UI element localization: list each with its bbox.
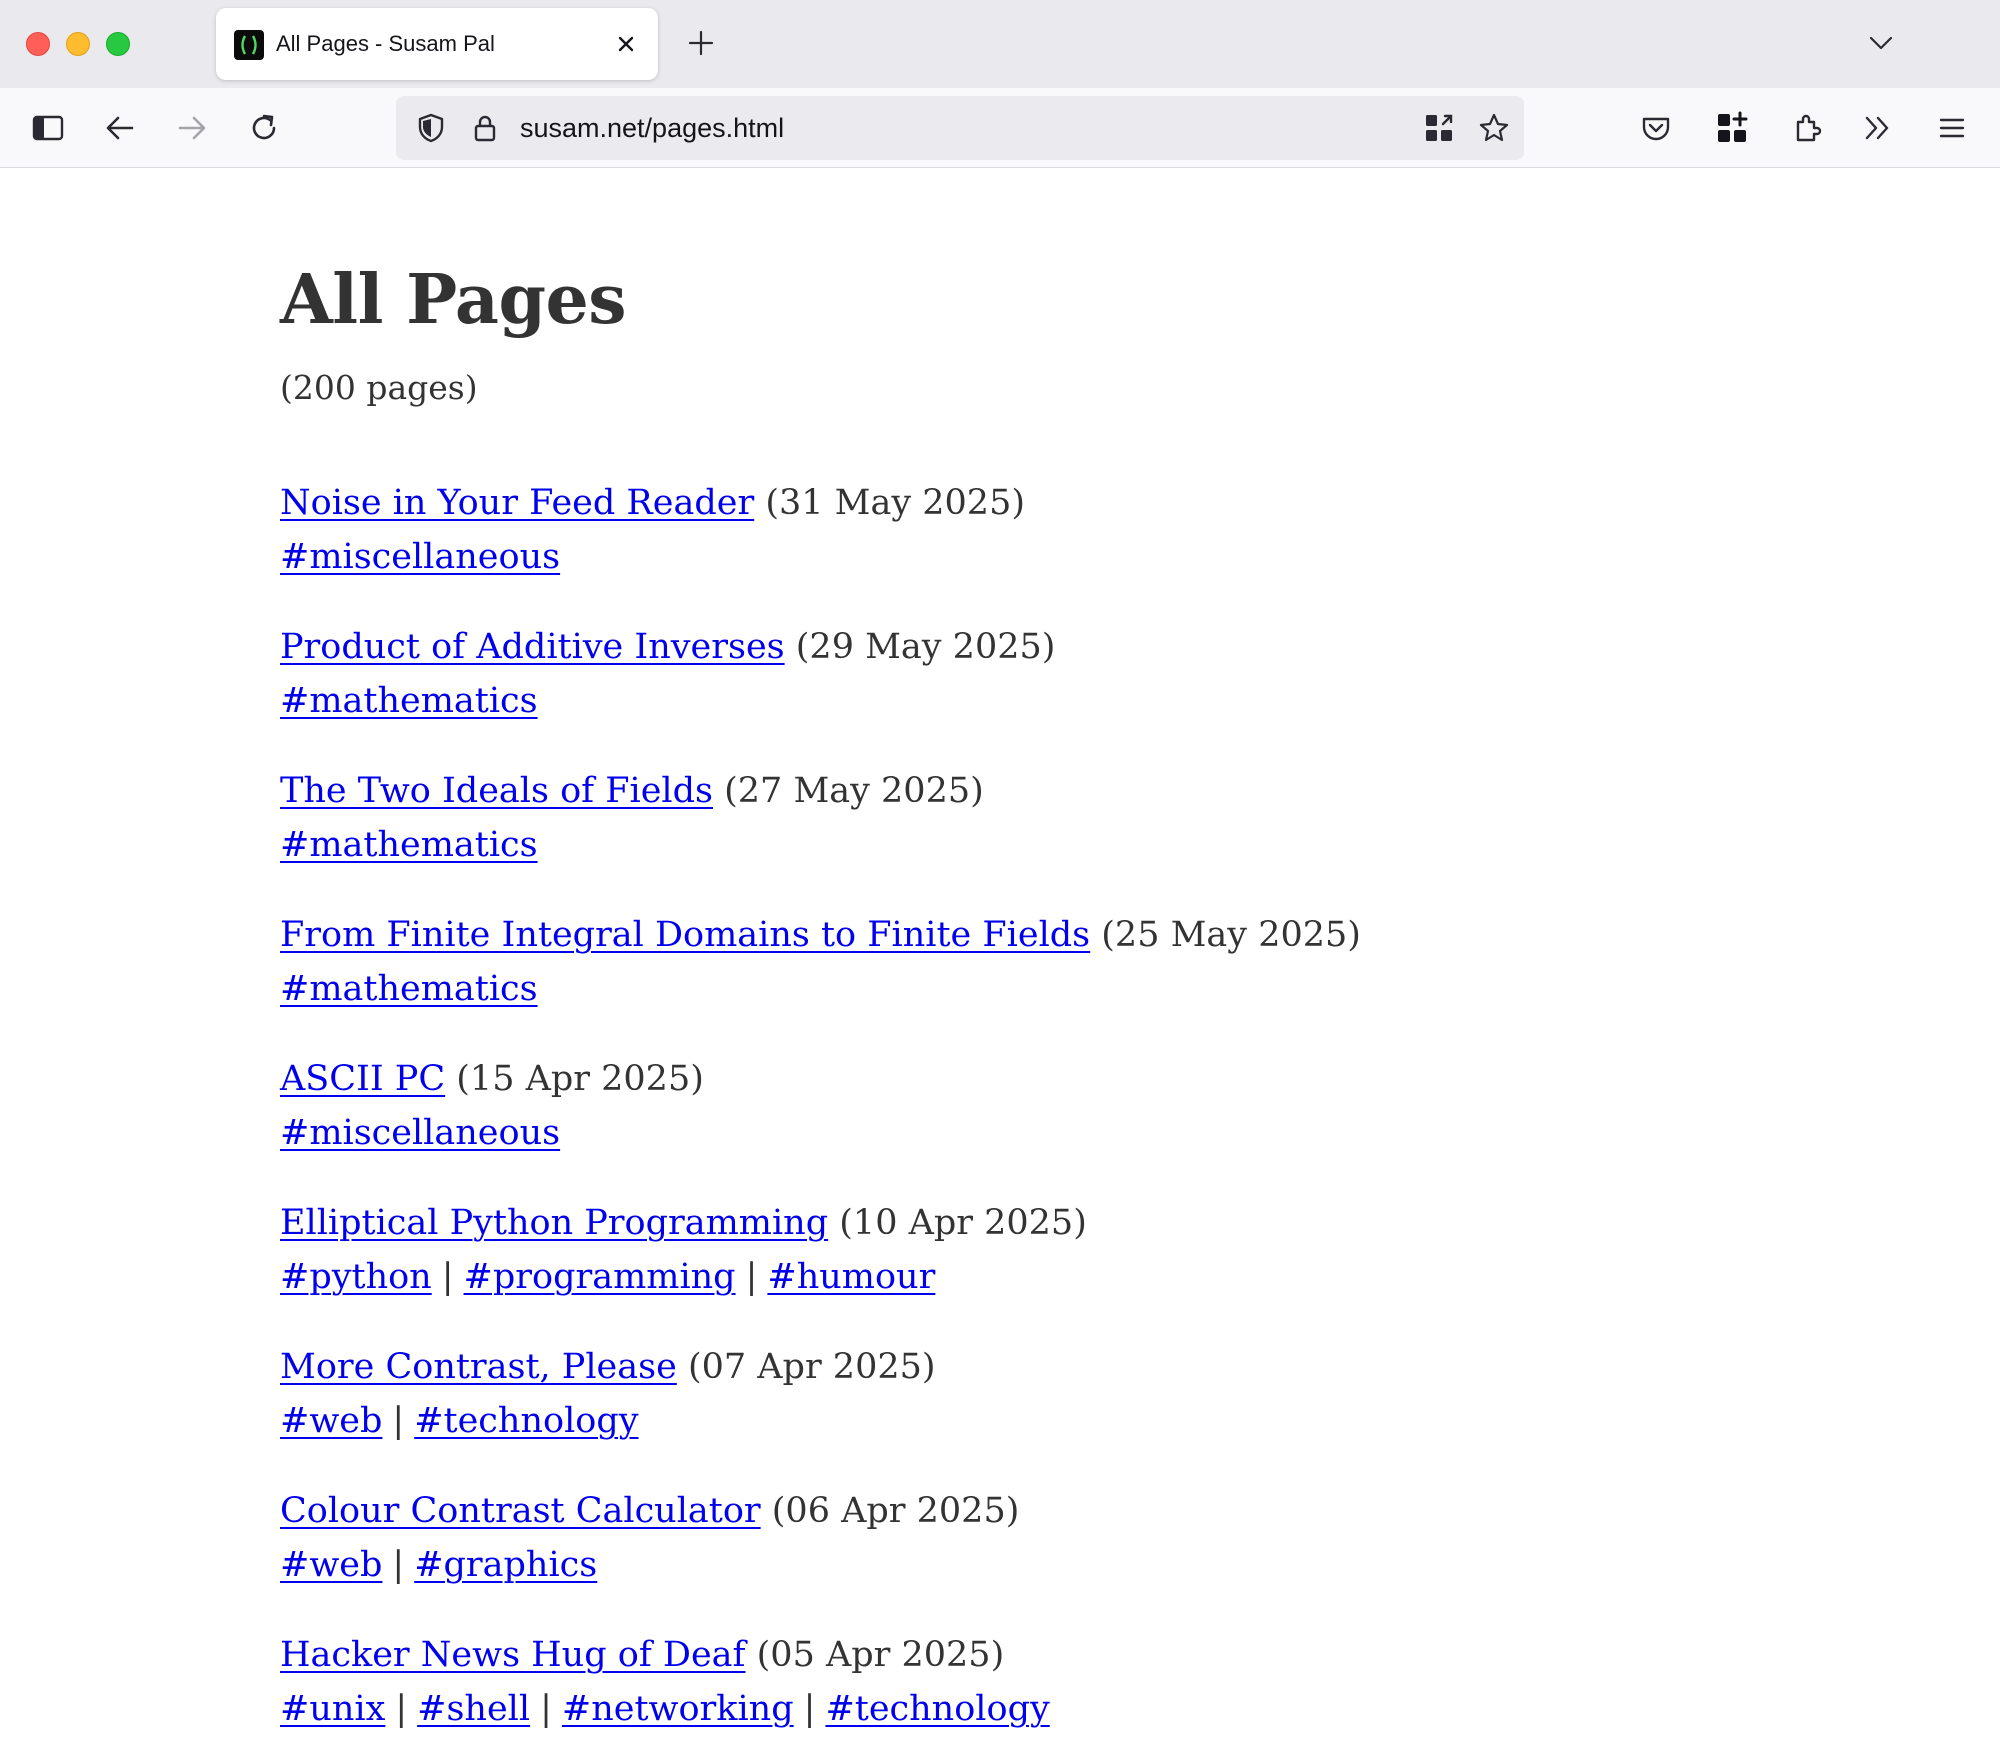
page-title-link[interactable]: The Two Ideals of Fields [280, 771, 713, 811]
tag-link[interactable]: #web [280, 1545, 382, 1585]
reload-icon[interactable] [246, 110, 282, 146]
tag-link[interactable]: #shell [417, 1689, 530, 1729]
shield-icon[interactable] [414, 111, 448, 145]
tag-link[interactable]: #technology [414, 1401, 638, 1441]
entry-tags-line: #mathematics [280, 962, 1361, 1016]
list-item: More Contrast, Please (07 Apr 2025) #web |… [280, 1340, 1361, 1484]
page-date: (27 May 2025) [724, 771, 984, 811]
page-title-link[interactable]: More Contrast, Please [280, 1347, 677, 1387]
tab-title: All Pages - Susam Pal [276, 31, 495, 56]
page-date: (07 Apr 2025) [687, 1347, 936, 1387]
tag-separator: | [392, 1545, 405, 1585]
tag-separator: | [745, 1257, 758, 1297]
page-date: (10 Apr 2025) [839, 1203, 1087, 1243]
list-item: Elliptical Python Programming (10 Apr 20… [280, 1196, 1361, 1340]
address-bar[interactable]: susam.net/pages.html [396, 96, 1524, 160]
page-title-link[interactable]: From Finite Integral Domains to Finite F… [280, 915, 1090, 955]
navigation-toolbar: susam.net/pages.html [0, 88, 2000, 168]
entry-tags-line: #miscellaneous [280, 530, 1361, 584]
entry-tags-line: #web | #graphics [280, 1538, 1361, 1592]
entry-tags-line: #mathematics [280, 674, 1361, 728]
entry-tags-line: #python | #programming | #humour [280, 1250, 1361, 1304]
entry-title-line: The Two Ideals of Fields (27 May 2025) [280, 764, 1361, 818]
lock-icon[interactable] [468, 111, 502, 145]
forward-arrow-icon[interactable] [174, 110, 210, 146]
tag-link[interactable]: #programming [464, 1257, 736, 1297]
entry-title-line: Product of Additive Inverses (29 May 202… [280, 620, 1361, 674]
tag-link[interactable]: #miscellaneous [280, 537, 560, 577]
tag-link[interactable]: #mathematics [280, 825, 538, 865]
list-item: Noise in Your Feed Reader (31 May 2025) #… [280, 476, 1361, 620]
extensions-grid-icon[interactable] [1714, 110, 1750, 146]
page-count: (200 pages) [280, 368, 478, 407]
site-favicon-icon [234, 30, 264, 60]
zoom-window-button[interactable] [106, 32, 130, 56]
page-list: Noise in Your Feed Reader (31 May 2025) #… [280, 476, 1361, 1750]
tag-link[interactable]: #unix [280, 1689, 385, 1729]
tag-link[interactable]: #humour [767, 1257, 935, 1297]
list-item: Product of Additive Inverses (29 May 202… [280, 620, 1361, 764]
page-date: (05 Apr 2025) [756, 1635, 1005, 1675]
entry-title-line: Elliptical Python Programming (10 Apr 20… [280, 1196, 1361, 1250]
qr-code-icon[interactable] [1422, 111, 1456, 145]
tag-link[interactable]: #web [280, 1401, 382, 1441]
tag-link[interactable]: #python [280, 1257, 432, 1297]
tag-link[interactable]: #technology [825, 1689, 1049, 1729]
entry-title-line: Noise in Your Feed Reader (31 May 2025) [280, 476, 1361, 530]
page-date: (31 May 2025) [765, 483, 1025, 523]
entry-title-line: More Contrast, Please (07 Apr 2025) [280, 1340, 1361, 1394]
entry-tags-line: #unix | #shell | #networking | #technology [280, 1682, 1361, 1736]
tag-link[interactable]: #mathematics [280, 681, 538, 721]
back-arrow-icon[interactable] [102, 110, 138, 146]
list-item: The Two Ideals of Fields (27 May 2025) #m… [280, 764, 1361, 908]
tag-separator: | [803, 1689, 816, 1729]
entry-tags-line: #mathematics [280, 818, 1361, 872]
tag-separator: | [441, 1257, 454, 1297]
minimize-window-button[interactable] [66, 32, 90, 56]
list-all-tabs-chevron-down-icon[interactable] [1866, 28, 1896, 58]
tag-separator: | [395, 1689, 408, 1729]
entry-tags-line: #web | #technology [280, 1394, 1361, 1448]
hamburger-menu-icon[interactable] [1934, 110, 1970, 146]
list-item: Colour Contrast Calculator (06 Apr 2025)… [280, 1484, 1361, 1628]
sidebar-icon[interactable] [30, 110, 66, 146]
page-title-link[interactable]: Product of Additive Inverses [280, 627, 785, 667]
tab-all-pages[interactable]: All Pages - Susam Pal [216, 8, 658, 80]
page-title-link[interactable]: Noise in Your Feed Reader [280, 483, 754, 523]
entry-tags-line: #miscellaneous [280, 1106, 1361, 1160]
page-date: (06 Apr 2025) [771, 1491, 1020, 1531]
close-window-button[interactable] [26, 32, 50, 56]
tag-link[interactable]: #graphics [414, 1545, 597, 1585]
bookmark-star-icon[interactable] [1477, 111, 1511, 145]
page-date: (29 May 2025) [795, 627, 1056, 667]
tag-link[interactable]: #networking [562, 1689, 794, 1729]
list-item: Hacker News Hug of Deaf (05 Apr 2025) #un… [280, 1628, 1361, 1750]
page-title: All Pages [280, 260, 627, 340]
pocket-icon[interactable] [1638, 110, 1674, 146]
entry-title-line: Colour Contrast Calculator (06 Apr 2025) [280, 1484, 1361, 1538]
tag-link[interactable]: #miscellaneous [280, 1113, 560, 1153]
new-tab-plus-icon[interactable] [686, 28, 716, 58]
page-title-link[interactable]: Hacker News Hug of Deaf [280, 1635, 746, 1675]
list-item: From Finite Integral Domains to Finite F… [280, 908, 1361, 1052]
page-title-link[interactable]: Elliptical Python Programming [280, 1203, 828, 1243]
tag-separator: | [540, 1689, 552, 1729]
close-tab-icon[interactable] [612, 30, 640, 58]
entry-title-line: ASCII PC (15 Apr 2025) [280, 1052, 1361, 1106]
page-date: (15 Apr 2025) [456, 1059, 704, 1099]
page-date: (25 May 2025) [1101, 915, 1361, 955]
entry-title-line: Hacker News Hug of Deaf (05 Apr 2025) [280, 1628, 1361, 1682]
url-text[interactable]: susam.net/pages.html [520, 113, 784, 144]
entry-title-line: From Finite Integral Domains to Finite F… [280, 908, 1361, 962]
page-title-link[interactable]: Colour Contrast Calculator [280, 1491, 761, 1531]
page-title-link[interactable]: ASCII PC [280, 1059, 445, 1099]
list-item: ASCII PC (15 Apr 2025) #miscellaneous [280, 1052, 1361, 1196]
puzzle-icon[interactable] [1790, 110, 1826, 146]
tag-separator: | [392, 1401, 405, 1441]
tab-bar: All Pages - Susam Pal [0, 0, 2000, 88]
tag-link[interactable]: #mathematics [280, 969, 538, 1009]
double-chevron-icon[interactable] [1860, 110, 1896, 146]
